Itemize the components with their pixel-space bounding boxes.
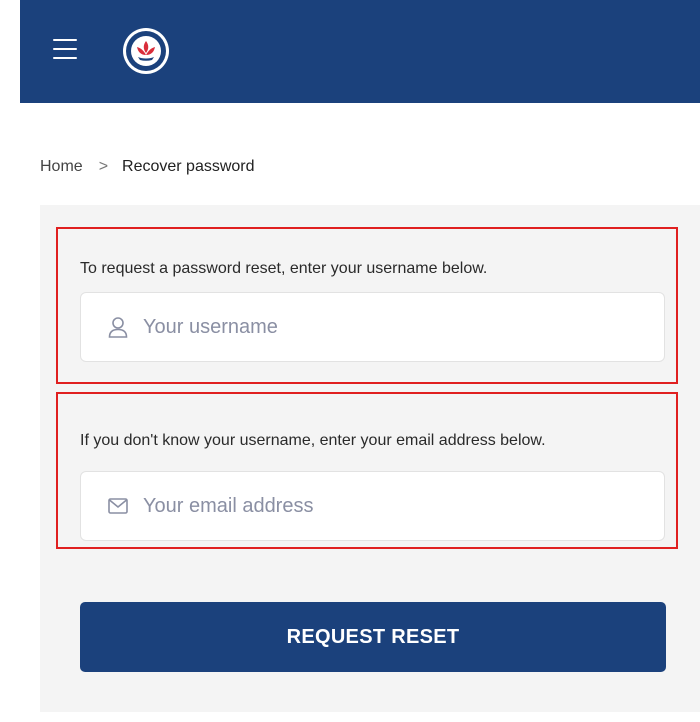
lotus-emblem-logo[interactable] bbox=[122, 27, 170, 75]
username-input[interactable] bbox=[141, 314, 625, 340]
user-icon bbox=[107, 316, 129, 338]
breadcrumb: Home > Recover password bbox=[40, 155, 255, 179]
top-header bbox=[20, 0, 700, 103]
hamburger-menu-icon[interactable] bbox=[53, 39, 77, 59]
breadcrumb-home-link[interactable]: Home bbox=[40, 158, 83, 176]
email-input[interactable] bbox=[141, 493, 625, 519]
username-instruction: To request a password reset, enter your … bbox=[80, 260, 488, 277]
breadcrumb-current: Recover password bbox=[122, 158, 255, 175]
email-instruction: If you don't know your username, enter y… bbox=[80, 432, 546, 449]
left-gutter bbox=[0, 0, 20, 722]
envelope-icon bbox=[107, 495, 129, 517]
recover-password-page: Home > Recover password To request a pas… bbox=[0, 0, 700, 722]
email-field[interactable] bbox=[80, 471, 665, 541]
request-reset-button[interactable]: REQUEST RESET bbox=[80, 602, 666, 672]
username-field[interactable] bbox=[80, 292, 665, 362]
breadcrumb-separator-icon: > bbox=[98, 158, 109, 175]
